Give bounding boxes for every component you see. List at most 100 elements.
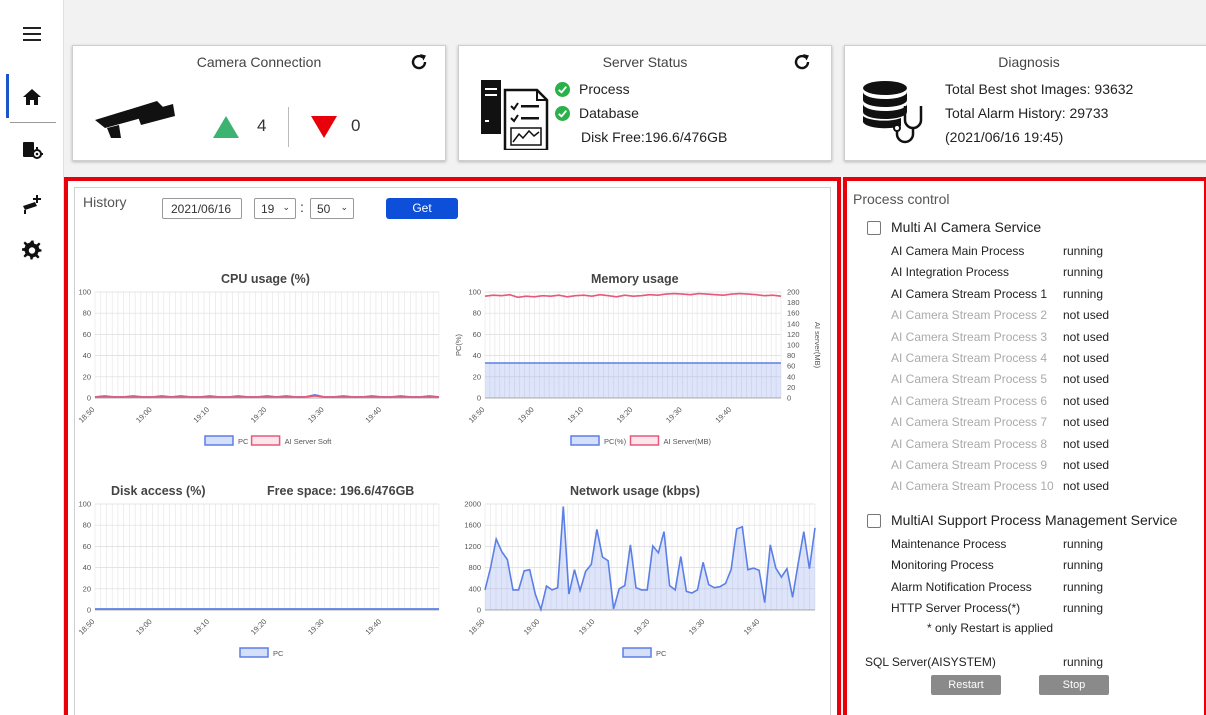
process-name: AI Camera Main Process bbox=[891, 244, 1025, 258]
process-name: AI Camera Stream Process 8 bbox=[891, 436, 1048, 451]
x-tick-label: 19:20 bbox=[615, 405, 635, 425]
legend-label: PC bbox=[273, 649, 284, 658]
process-row: AI Camera Stream Process 5 not used bbox=[847, 369, 1187, 390]
process-status: not used bbox=[1063, 372, 1110, 387]
x-tick-label: 19:00 bbox=[522, 617, 542, 637]
y-tick-label: 2000 bbox=[464, 500, 481, 509]
y-tick-label: 100 bbox=[78, 288, 91, 297]
x-tick-label: 19:20 bbox=[249, 617, 269, 637]
sidebar-separator bbox=[10, 122, 56, 123]
process-row: AI Camera Stream Process 1 running bbox=[847, 284, 1187, 305]
y-right-tick-label: 0 bbox=[787, 394, 791, 403]
card-title: Server Status bbox=[602, 54, 688, 70]
legend-swatch bbox=[622, 647, 652, 658]
process-row: AI Camera Main Process running bbox=[847, 241, 1187, 262]
y-tick-label: 80 bbox=[83, 521, 91, 530]
legend-swatch bbox=[570, 435, 600, 446]
card-title: Diagnosis bbox=[998, 54, 1060, 70]
camera-connection-card: Camera Connection 4 0 bbox=[72, 45, 446, 161]
camera-up-icon bbox=[213, 116, 239, 138]
process-status: running bbox=[1063, 579, 1104, 594]
menu-icon[interactable] bbox=[14, 16, 50, 52]
service-checkbox[interactable] bbox=[867, 513, 881, 528]
y-tick-label: 20 bbox=[473, 372, 481, 381]
diagnosis-card: Diagnosis Total Best shot Images: 93632 … bbox=[844, 45, 1206, 161]
process-row: AI Camera Stream Process 2 not used bbox=[847, 305, 1187, 326]
chart-1: 02040608010018:50 19:00 19:10 19:20 19:30 19:… bbox=[454, 288, 822, 447]
legend-swatch bbox=[250, 435, 281, 446]
server-icon bbox=[481, 80, 549, 150]
y-right-tick-label: 60 bbox=[787, 362, 795, 371]
process-row: AI Camera Stream Process 8 not used bbox=[847, 434, 1187, 455]
process-name: AI Camera Stream Process 7 bbox=[891, 415, 1048, 430]
process-row: AI Camera Stream Process 7 not used bbox=[847, 412, 1187, 433]
refresh-icon[interactable] bbox=[409, 52, 429, 72]
stop-button[interactable]: Stop bbox=[1039, 675, 1109, 695]
best-shot-count: Total Best shot Images: 93632 bbox=[945, 81, 1134, 97]
add-camera-icon[interactable] bbox=[14, 186, 50, 222]
check-icon bbox=[555, 82, 570, 97]
y-right-tick-label: 40 bbox=[787, 372, 795, 381]
legend-label: PC bbox=[656, 649, 667, 658]
camera-settings-icon[interactable] bbox=[14, 132, 50, 168]
process-row: AI Camera Stream Process 9 not used bbox=[847, 455, 1187, 476]
y-tick-label: 0 bbox=[87, 394, 91, 403]
y-tick-label: 60 bbox=[83, 542, 91, 551]
x-tick-label: 19:00 bbox=[134, 617, 154, 637]
x-tick-label: 18:50 bbox=[467, 405, 487, 425]
y-tick-label: 0 bbox=[477, 606, 481, 615]
gear-icon[interactable] bbox=[14, 232, 50, 268]
process-status: not used bbox=[1063, 436, 1110, 451]
process-name: AI Camera Stream Process 6 bbox=[891, 393, 1048, 408]
home-icon[interactable] bbox=[14, 79, 50, 115]
divider bbox=[288, 107, 289, 147]
legend-swatch bbox=[239, 647, 269, 658]
y-tick-label: 800 bbox=[468, 563, 481, 572]
process-name: Monitoring Process bbox=[891, 558, 994, 573]
y-right-tick-label: 200 bbox=[787, 288, 800, 297]
y-tick-label: 60 bbox=[473, 330, 481, 339]
x-tick-label: 19:40 bbox=[363, 405, 383, 425]
y-tick-label: 100 bbox=[78, 500, 91, 509]
process-status: not used bbox=[1063, 479, 1110, 494]
y-tick-label: 40 bbox=[473, 351, 481, 360]
process-name: AI Camera Stream Process 1 bbox=[891, 286, 1048, 301]
service-checkbox[interactable] bbox=[867, 221, 881, 235]
legend-swatch bbox=[204, 435, 234, 446]
x-tick-label: 19:30 bbox=[664, 405, 684, 425]
y-tick-label: 20 bbox=[83, 372, 91, 381]
restart-button[interactable]: Restart bbox=[931, 675, 1001, 695]
process-row: AI Camera Stream Process 6 not used bbox=[847, 391, 1187, 412]
process-row: HTTP Server Process(*) running bbox=[847, 598, 1187, 619]
legend-label: AI Server(MB) bbox=[664, 437, 712, 446]
x-tick-label: 19:40 bbox=[363, 617, 383, 637]
process-status: not used bbox=[1063, 308, 1110, 323]
process-status: running bbox=[1063, 286, 1104, 301]
camera-icon bbox=[95, 101, 175, 138]
process-name: AI Camera Stream Process 4 bbox=[891, 351, 1048, 365]
series-area bbox=[485, 363, 781, 398]
y-tick-label: 0 bbox=[87, 606, 91, 615]
process-status: running bbox=[1063, 244, 1104, 258]
y-right-tick-label: 160 bbox=[787, 309, 800, 318]
y-right-tick-label: 20 bbox=[787, 383, 795, 392]
x-tick-label: 19:40 bbox=[742, 617, 762, 637]
refresh-icon[interactable] bbox=[792, 52, 812, 72]
database-status-label: Database bbox=[579, 105, 639, 121]
process-row: AI Integration Process running bbox=[847, 262, 1187, 283]
process-list: Multi AI Camera Service AI Camera Main Pr… bbox=[847, 181, 1206, 715]
y-tick-label: 1600 bbox=[464, 521, 481, 530]
process-name: Maintenance Process bbox=[891, 536, 1007, 551]
check-icon bbox=[555, 106, 570, 121]
chart-2: 0 20 40 60 80 100 18:50 19:00 19:10 19:20 19:30 19:… bbox=[77, 500, 440, 658]
process-name: AI Camera Stream Process 3 bbox=[891, 329, 1048, 344]
x-tick-label: 19:40 bbox=[713, 405, 733, 425]
charts-canvas: 02040608010018:50 19:00 19:10 19:20 19:30 19:… bbox=[77, 288, 822, 659]
chart-0: 0 20 40 60 80 100 18:50 19:00 19:10 19:20 19:30 19:… bbox=[77, 288, 440, 446]
process-status: running bbox=[1063, 601, 1104, 615]
history-inner: History 2021/06/16 19 ⌄ : 50 ⌄ Get CPU u… bbox=[74, 187, 831, 715]
process-row: Alarm Notification Process running bbox=[847, 577, 1187, 598]
x-tick-label: 19:30 bbox=[687, 617, 707, 637]
sidebar bbox=[0, 0, 64, 715]
service-label: MultiAI Support Process Management Servi… bbox=[891, 511, 1178, 528]
